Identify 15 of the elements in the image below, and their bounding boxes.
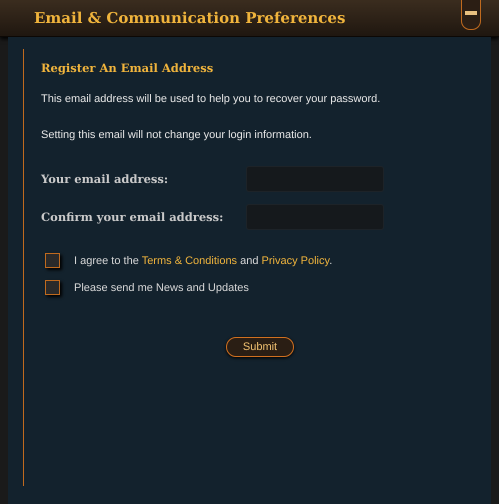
checkbox[interactable] [45,253,60,268]
minimize-button[interactable] [461,0,481,30]
field-label: Confirm your email address: [41,210,224,224]
checkbox[interactable] [45,280,60,295]
privacy-link[interactable]: Privacy Policy [262,254,330,266]
section-title: Register An Email Address [41,61,214,75]
option-label: Please send me News and Updates [74,282,249,294]
info-text: This email address will be used to help you to recover your password. [41,93,382,105]
window-title: Email & Communication Preferences [34,9,346,27]
submit-button[interactable]: Submit [226,337,294,357]
agreement-text: I agree to the Terms & Conditions and Privacy Policy. [74,254,332,266]
terms-link[interactable]: Terms & Conditions [142,254,238,266]
minus-icon [465,11,477,15]
field-label: Your email address: [41,172,170,186]
info-text: Setting this email will not change your login information. [41,129,313,141]
